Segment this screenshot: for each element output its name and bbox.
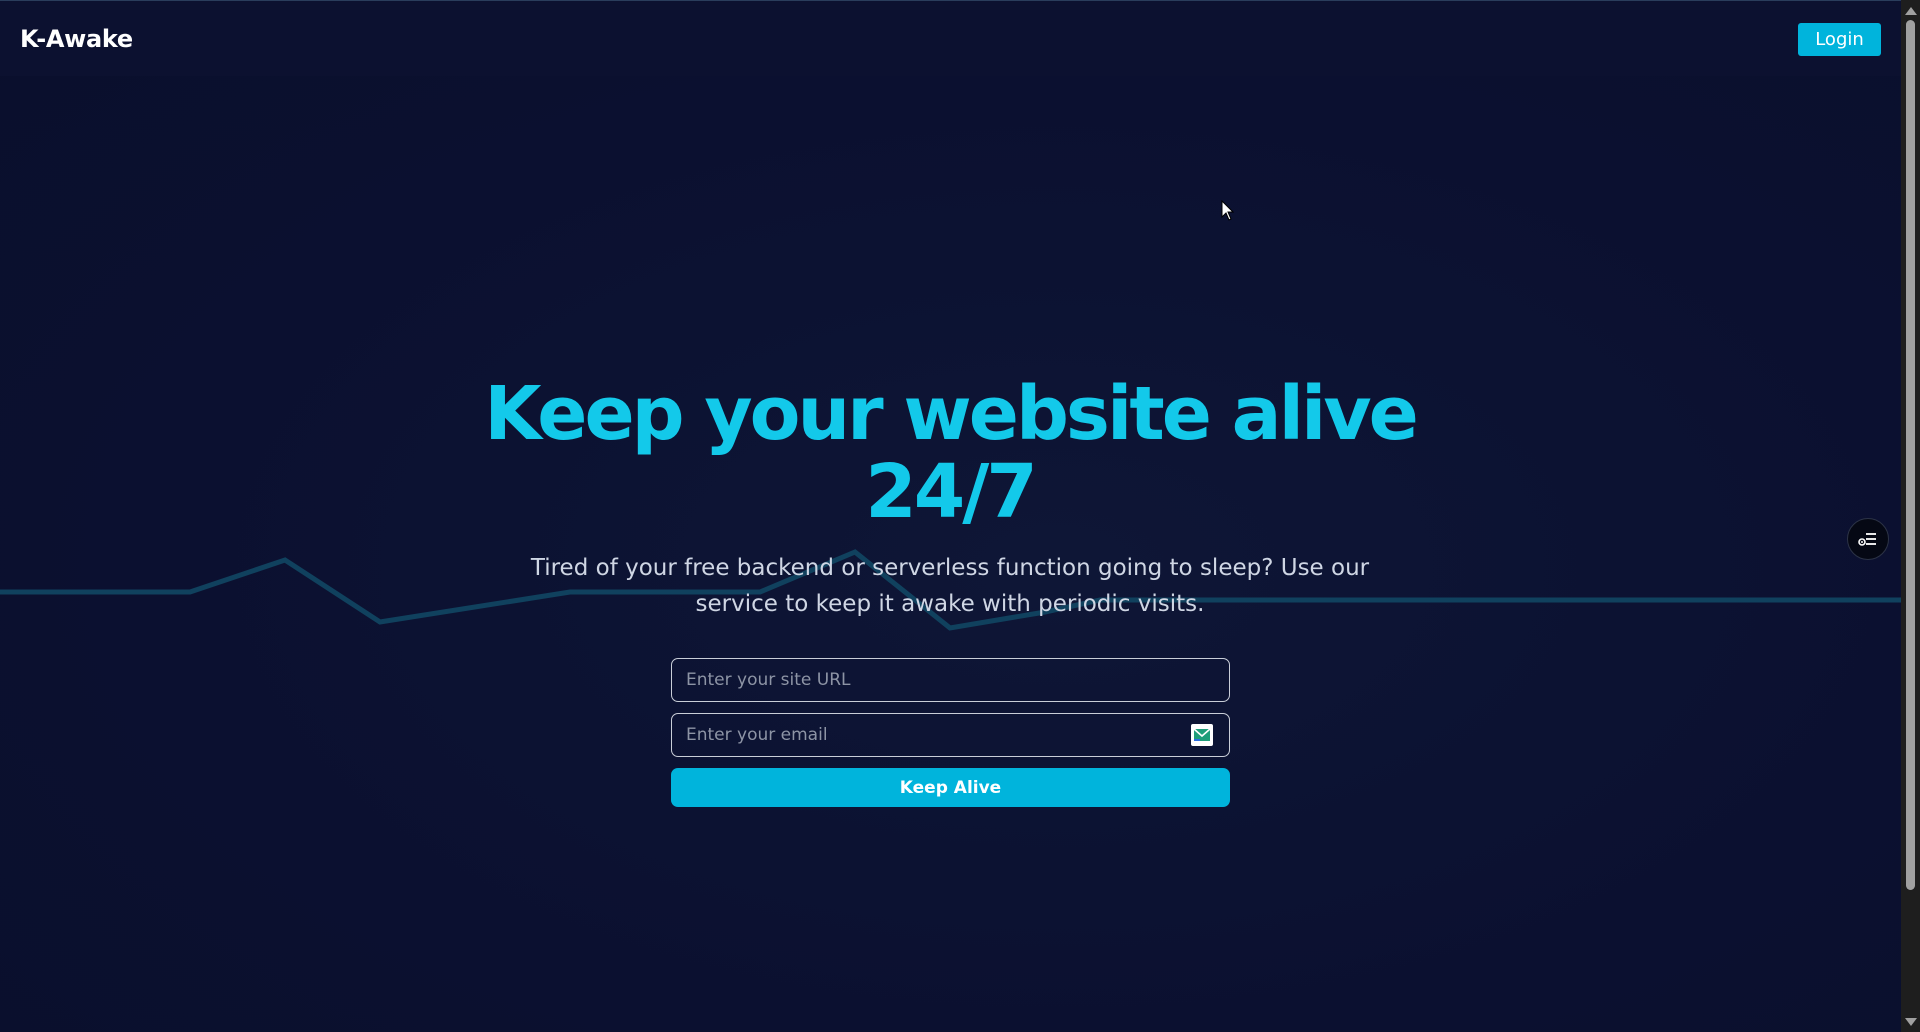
email-field xyxy=(671,713,1230,757)
scrollbar-thumb[interactable] xyxy=(1906,20,1915,890)
page: K-Awake Login Keep your website alive 24… xyxy=(0,0,1920,1032)
floating-settings-button[interactable] xyxy=(1847,518,1889,560)
hero-title-line2: 24/7 xyxy=(865,449,1038,535)
brand-logo[interactable]: K-Awake xyxy=(20,25,133,53)
login-button[interactable]: Login xyxy=(1798,23,1881,56)
mouse-cursor-icon xyxy=(1221,200,1235,221)
site-url-field xyxy=(671,658,1230,702)
hero-title-line1: Keep your website alive xyxy=(484,371,1419,457)
hero-subtitle-line2: service to keep it awake with periodic v… xyxy=(695,591,1205,617)
settings-list-icon xyxy=(1858,533,1876,546)
mail-icon[interactable] xyxy=(1191,724,1213,746)
vertical-scrollbar[interactable] xyxy=(1901,0,1920,1032)
hero-title: Keep your website alive 24/7 xyxy=(450,375,1450,531)
hero-subtitle: Tired of your free backend or serverless… xyxy=(530,550,1370,622)
keep-alive-button[interactable]: Keep Alive xyxy=(671,768,1230,807)
hero-subtitle-line1: Tired of your free backend or serverless… xyxy=(530,555,1370,581)
navbar: K-Awake Login xyxy=(0,1,1901,76)
scroll-up-arrow-icon[interactable] xyxy=(1905,7,1917,15)
site-url-input[interactable] xyxy=(672,659,1229,701)
scroll-down-arrow-icon[interactable] xyxy=(1905,1018,1917,1026)
email-input[interactable] xyxy=(672,714,1229,756)
